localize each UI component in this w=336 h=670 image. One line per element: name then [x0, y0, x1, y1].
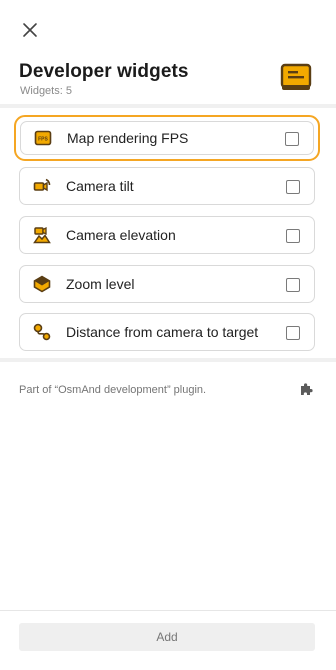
developer-widgets-icon — [280, 63, 312, 90]
list-divider — [0, 358, 336, 362]
widget-checkbox[interactable] — [285, 132, 299, 146]
widget-item-camera-tilt[interactable]: Camera tilt — [19, 167, 315, 205]
close-button[interactable] — [18, 18, 42, 42]
page-title: Developer widgets — [19, 61, 189, 82]
widget-label: Zoom level — [66, 276, 135, 292]
widget-item-map-rendering-fps[interactable]: FPS Map rendering FPS — [14, 115, 320, 161]
widget-label: Map rendering FPS — [67, 130, 189, 146]
widget-count: Widgets: 5 — [20, 85, 72, 97]
bottom-divider — [0, 610, 336, 611]
svg-text:FPS: FPS — [38, 137, 48, 143]
distance-camera-target-icon — [32, 322, 52, 342]
close-icon — [23, 23, 37, 37]
widget-checkbox[interactable] — [286, 180, 300, 194]
plugin-info-text: Part of “OsmAnd development” plugin. — [19, 384, 207, 396]
fps-icon: FPS — [33, 128, 53, 148]
zoom-level-icon — [32, 274, 52, 294]
widget-label: Camera tilt — [66, 178, 134, 194]
add-button[interactable]: Add — [19, 623, 315, 651]
widget-checkbox[interactable] — [286, 326, 300, 340]
widgets-screen: Developer widgets Widgets: 5 FPS Map ren… — [0, 0, 336, 670]
camera-elevation-icon — [32, 225, 52, 245]
puzzle-piece-icon[interactable] — [298, 381, 314, 397]
camera-tilt-icon — [32, 176, 52, 196]
widget-item-camera-elevation[interactable]: Camera elevation — [19, 216, 315, 254]
widget-item-zoom-level[interactable]: Zoom level — [19, 265, 315, 303]
widget-label: Camera elevation — [66, 227, 176, 243]
widget-item-distance-camera-target[interactable]: Distance from camera to target — [19, 313, 315, 351]
widget-checkbox[interactable] — [286, 229, 300, 243]
header-divider — [0, 104, 336, 108]
widget-checkbox[interactable] — [286, 278, 300, 292]
widget-label: Distance from camera to target — [66, 324, 259, 340]
